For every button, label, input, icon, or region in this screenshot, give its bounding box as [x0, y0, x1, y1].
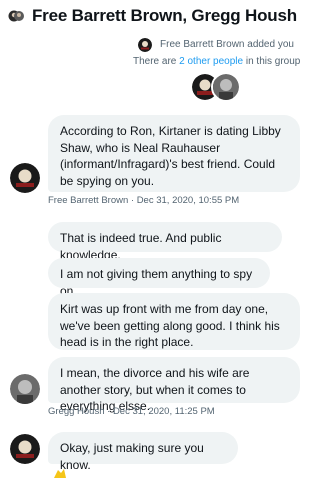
message-text: According to Ron, Kirtaner is dating Lib…: [60, 124, 281, 188]
message-bubble[interactable]: I mean, the divorce and his wife are ano…: [48, 357, 300, 413]
gregg-avatar[interactable]: [10, 374, 40, 404]
fbb-mini-avatar: [138, 38, 152, 52]
message-text: Kirt was up front with me from day one, …: [60, 302, 280, 349]
other-people-link[interactable]: 2 other people: [179, 56, 243, 67]
message-meta-gregg: Gregg Housh · Dec 31, 2020, 11:25 PM: [48, 406, 215, 417]
fbb-avatar[interactable]: [10, 434, 40, 464]
message-bubble[interactable]: According to Ron, Kirtaner is dating Lib…: [48, 115, 300, 192]
group-members-notice: There are 2 other people in this group: [133, 56, 301, 67]
group-avatar-icon[interactable]: [8, 8, 24, 24]
added-you-notice: Free Barrett Brown added you: [160, 39, 294, 50]
message-text: That is indeed true. And public knowledg…: [60, 231, 222, 262]
message-bubble[interactable]: That is indeed true. And public knowledg…: [48, 222, 282, 262]
conversation-header: Free Barrett Brown, Gregg Housh: [0, 0, 314, 34]
fbb-avatar[interactable]: [10, 163, 40, 193]
message-meta-fbb: Free Barrett Brown · Dec 31, 2020, 10:55…: [48, 195, 240, 206]
conversation-title[interactable]: Free Barrett Brown, Gregg Housh: [32, 6, 297, 26]
message-text: Okay, just making sure you know.: [60, 441, 204, 472]
message-bubble[interactable]: I am not giving them anything to spy on.: [48, 258, 270, 298]
emoji-icon: [52, 468, 68, 478]
member-avatar-gregg[interactable]: [211, 72, 241, 102]
message-bubble[interactable]: Kirt was up front with me from day one, …: [48, 293, 300, 350]
message-bubble[interactable]: Okay, just making sure you know.: [48, 432, 238, 472]
